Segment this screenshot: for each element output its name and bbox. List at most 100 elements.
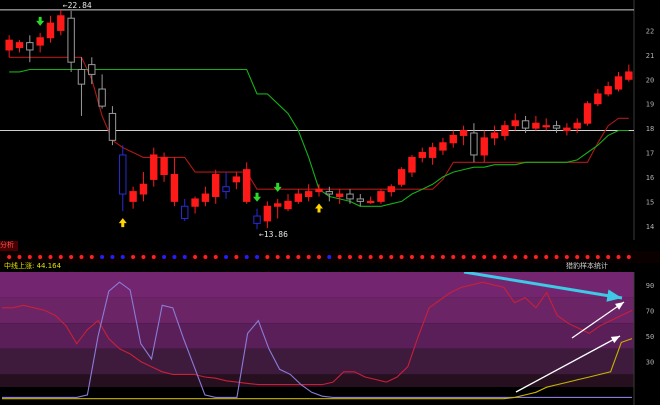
signal-dot [306, 255, 311, 259]
candle-body [614, 76, 623, 90]
candle-body [5, 39, 13, 51]
candle-body [160, 156, 168, 176]
signal-dot [471, 255, 476, 259]
candle-body [604, 86, 612, 95]
signal-dot [482, 255, 487, 259]
candle-body [181, 205, 189, 219]
signal-dot [368, 255, 373, 259]
candle-body [119, 154, 127, 195]
signal-dot [595, 255, 600, 259]
candle-body [191, 198, 199, 207]
signal-dot [399, 255, 404, 259]
candle-body [15, 42, 24, 49]
signal-dot [69, 255, 74, 259]
indicator-label: 中线上涨: 44.164 [4, 262, 62, 270]
candle-body [212, 174, 220, 197]
signal-dot [27, 255, 32, 259]
signal-dot [337, 255, 342, 259]
candlestick-panel[interactable]: 22 21 20 19 18 17 16 15 14 ←22.84 ←13.86 [0, 0, 660, 240]
signal-dot [275, 255, 280, 259]
candle-body [563, 127, 571, 132]
signal-dot [492, 255, 497, 259]
candle-body [356, 198, 365, 202]
candle-body [449, 134, 457, 144]
signal-dot [162, 255, 167, 259]
signal-dot [79, 255, 84, 259]
signal-dot [255, 255, 260, 259]
signal-dot [389, 255, 394, 259]
signal-dot [327, 255, 332, 259]
candle-body [129, 191, 137, 202]
indicator-band [0, 323, 634, 349]
price-axis-label: 20 [646, 76, 654, 84]
signal-dot [141, 255, 146, 259]
signal-dot [347, 255, 352, 259]
indicator-band [0, 374, 634, 388]
candle-body [594, 93, 602, 105]
candle-body [346, 193, 354, 200]
candle-body [67, 17, 75, 63]
indicator-band [0, 297, 634, 324]
candle-body [170, 174, 179, 202]
indicator-axis-label: 70 [646, 307, 654, 315]
candle-body [263, 205, 272, 222]
candle-body [294, 193, 303, 202]
sell-arrow-icon [36, 16, 45, 26]
sell-arrow-icon [273, 182, 282, 192]
signal-dot [244, 255, 249, 259]
signal-dot [234, 255, 239, 259]
signal-dot [100, 255, 105, 259]
sell-arrow-icon [253, 192, 262, 202]
price-axis-label: 22 [646, 27, 654, 35]
indicator-panel[interactable]: 90 70 50 30 [0, 272, 660, 405]
indicator-axis-label: 30 [646, 359, 654, 367]
candle-body [325, 191, 334, 195]
signal-dot [502, 255, 507, 259]
candle-body [77, 68, 86, 85]
signal-dot [317, 255, 321, 259]
candle-body [273, 203, 282, 207]
price-axis-label: 15 [646, 198, 654, 206]
signal-dot-strip [0, 251, 660, 263]
candle-body [98, 88, 106, 107]
price-axis-label: 17 [646, 150, 654, 158]
candle-body [480, 137, 488, 156]
indicator-axis-label: 50 [646, 333, 654, 341]
candle-body [470, 132, 478, 156]
signal-dot [451, 255, 456, 259]
signal-dot [616, 255, 621, 259]
candle-body [108, 112, 117, 141]
signal-dot [89, 255, 94, 259]
indicator-axis-label: 90 [646, 282, 654, 290]
signal-dot [544, 255, 549, 259]
signal-dot [533, 255, 538, 259]
signal-dot [172, 255, 177, 259]
candle-body [397, 169, 406, 185]
signal-dot [58, 255, 63, 259]
candle-body [36, 37, 44, 46]
candle-body [387, 186, 395, 193]
candle-body [139, 183, 148, 195]
side-tab[interactable]: 分析 [0, 241, 18, 251]
candle-body [459, 130, 468, 136]
candle-body [335, 193, 344, 197]
candle-body [501, 125, 509, 136]
price-axis-label: 21 [646, 52, 654, 60]
indicator-band [0, 387, 634, 400]
candle-body [46, 22, 55, 39]
signal-dot [585, 255, 590, 259]
candle-body [511, 120, 519, 127]
signal-dot [120, 255, 125, 259]
candle-body [232, 176, 241, 183]
candle-body [57, 15, 65, 31]
signal-dot [606, 255, 611, 259]
signal-dot [378, 255, 383, 259]
candle-body [625, 71, 633, 80]
signal-dot [182, 255, 187, 259]
signal-dot [554, 255, 559, 259]
candle-body [222, 186, 230, 193]
signal-dot [575, 255, 580, 259]
candle-body [418, 152, 426, 158]
signal-dot [286, 255, 291, 259]
signal-dot [513, 255, 518, 259]
